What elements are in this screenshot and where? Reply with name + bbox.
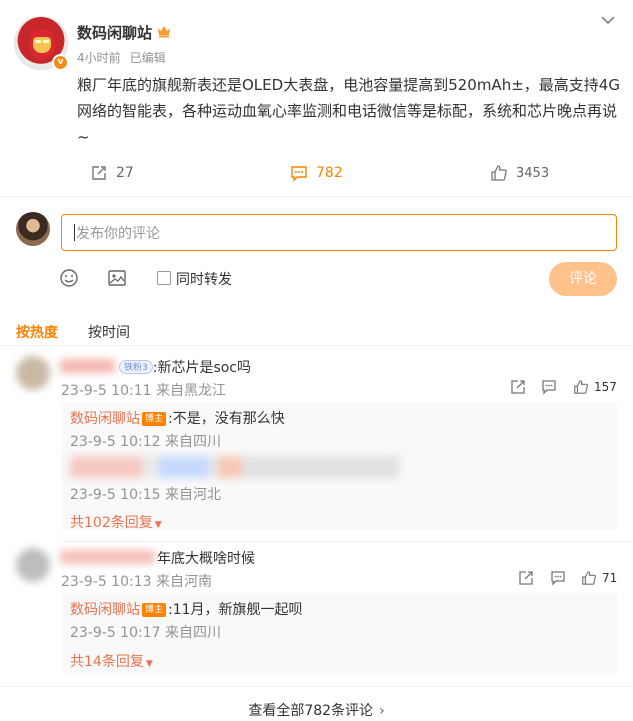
reply-location: 来自河北 — [164, 487, 221, 503]
comment-time: 23-9-5 10:11 — [61, 383, 152, 399]
post-text: 粮厂年底的旗舰新表还是OLED大表盘，电池容量提高到520mAh±，最高支持4G… — [77, 76, 620, 146]
comment-text: 年底大概啥时候 — [157, 551, 255, 567]
comment-placeholder: 发布你的评论 — [76, 225, 160, 242]
reply-time: 23-9-5 10:15 — [70, 487, 161, 503]
share-icon[interactable] — [510, 379, 526, 395]
reply-meta: 23-9-5 10:15 来自河北 — [70, 484, 221, 504]
chevron-down-icon[interactable] — [600, 14, 616, 26]
reply-meta: 23-9-5 10:12 来自四川 — [70, 431, 221, 451]
comment-line: 铁粉3:新芯片是soc吗 — [117, 357, 251, 377]
comment-text: :新芯片是soc吗 — [152, 360, 252, 376]
current-user-avatar[interactable] — [16, 212, 50, 246]
reply-time: 23-9-5 10:17 — [70, 625, 161, 641]
reply-location: 来自四川 — [164, 434, 221, 450]
submit-comment-button[interactable]: 评论 — [549, 262, 617, 296]
divider — [0, 345, 633, 346]
comment-input[interactable]: 发布你的评论 — [61, 214, 617, 251]
chevron-right-icon: › — [379, 703, 385, 719]
comment-like-count: 157 — [594, 380, 617, 394]
repost-checkbox-label[interactable]: 同时转发 — [176, 269, 232, 289]
comment-meta: 23-9-5 10:11 来自黑龙江 — [61, 380, 226, 400]
repost-checkbox[interactable] — [157, 271, 171, 285]
reply-author-name[interactable]: 数码闲聊站 — [70, 411, 140, 427]
commenter-name-redacted[interactable] — [60, 359, 115, 373]
repost-count: 27 — [116, 165, 134, 181]
reply-line: 数码闲聊站 博主:不是，没有那么快 — [70, 408, 285, 428]
divider — [0, 196, 633, 197]
tab-sort-time[interactable]: 按时间 — [88, 322, 130, 342]
repost-icon — [92, 166, 106, 180]
more-replies-link[interactable]: 共102条回复 ▼ — [70, 512, 162, 532]
blogger-tag: 博主 — [142, 603, 167, 617]
view-all-label: 查看全部782条评论 — [248, 703, 374, 719]
tab-sort-hot[interactable]: 按热度 — [16, 322, 58, 342]
comment-time: 23-9-5 10:13 — [61, 574, 152, 590]
like-count: 3453 — [516, 165, 550, 181]
comment-icon — [291, 166, 307, 182]
share-icon[interactable] — [518, 570, 534, 586]
crown-icon — [158, 26, 170, 38]
reply-author-name[interactable]: 数码闲聊站 — [70, 602, 140, 618]
triangle-down-icon: ▼ — [145, 659, 153, 669]
divider — [0, 686, 633, 687]
divider — [61, 541, 633, 542]
repost-button[interactable]: 27 — [90, 164, 134, 182]
reply-meta: 23-9-5 10:17 来自四川 — [70, 622, 221, 642]
thumbs-up-icon — [574, 380, 588, 394]
comment-like-count: 71 — [602, 571, 618, 585]
emoji-icon[interactable] — [59, 268, 79, 288]
blogger-tag: 博主 — [142, 412, 167, 426]
more-replies-link[interactable]: 共14条回复 ▼ — [70, 651, 153, 671]
comment-like-button[interactable]: 157 — [573, 379, 617, 395]
edited-label: 已编辑 — [129, 51, 166, 65]
reply-icon[interactable] — [541, 379, 557, 395]
verified-badge-icon: v — [52, 54, 69, 71]
reply-time: 23-9-5 10:12 — [70, 434, 161, 450]
commenter-name-redacted[interactable] — [60, 550, 155, 564]
image-icon[interactable] — [107, 268, 127, 288]
more-replies-label: 共14条回复 — [70, 654, 144, 670]
comment-location: 来自河南 — [155, 574, 212, 590]
comment-count: 782 — [316, 165, 343, 181]
view-all-comments-link[interactable]: 查看全部782条评论 › — [0, 700, 633, 720]
more-replies-label: 共102条回复 — [70, 515, 153, 531]
reply-text: :不是，没有那么快 — [168, 411, 285, 427]
post-meta: 4小时前 已编辑 — [77, 49, 166, 66]
commenter-avatar[interactable] — [16, 356, 50, 390]
like-button[interactable]: 3453 — [490, 164, 549, 182]
comment-like-button[interactable]: 71 — [581, 570, 617, 586]
thumbs-up-icon — [582, 571, 596, 585]
comment-location: 来自黑龙江 — [155, 383, 226, 399]
reply-location: 来自四川 — [164, 625, 221, 641]
thumbs-up-icon — [491, 165, 507, 181]
reply-icon[interactable] — [550, 570, 566, 586]
author-name[interactable]: 数码闲聊站 — [77, 22, 152, 43]
comment-button[interactable]: 782 — [290, 164, 343, 182]
reply-line: 数码闲聊站 博主:11月，新旗舰一起呗 — [70, 599, 303, 619]
fans-badge: 铁粉3 — [119, 360, 153, 374]
comment-meta: 23-9-5 10:13 来自河南 — [61, 571, 212, 591]
reply-redacted — [70, 456, 400, 478]
post-time[interactable]: 4小时前 — [77, 51, 121, 65]
commenter-avatar[interactable] — [16, 548, 50, 582]
reply-text: :11月，新旗舰一起呗 — [168, 602, 303, 618]
triangle-down-icon: ▼ — [154, 520, 162, 530]
